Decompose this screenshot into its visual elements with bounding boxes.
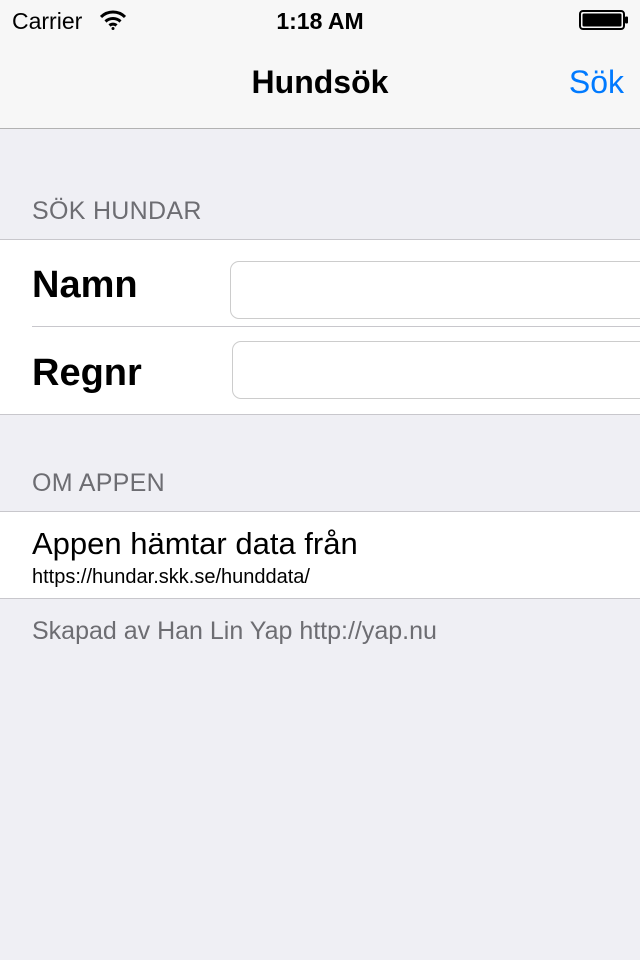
footer-credit: Skapad av Han Lin Yap http://yap.nu xyxy=(32,617,437,645)
status-time: 1:18 AM xyxy=(276,8,364,34)
battery-icon xyxy=(579,10,629,35)
search-section-header: SÖK HUNDAR xyxy=(32,197,202,225)
about-title: Appen hämtar data från xyxy=(32,526,358,561)
page-title: Hundsök xyxy=(251,64,389,100)
regnr-input[interactable] xyxy=(232,341,640,399)
navigation-bar: Hundsök Sök xyxy=(0,40,640,129)
name-label: Namn xyxy=(32,264,138,306)
regnr-label: Regnr xyxy=(32,352,142,394)
search-button[interactable]: Sök xyxy=(569,64,624,101)
status-bar: Carrier 1:18 AM xyxy=(0,0,640,40)
search-form-group: Namn Regnr xyxy=(0,239,640,415)
about-group: Appen hämtar data från https://hundar.sk… xyxy=(0,511,640,599)
name-input[interactable] xyxy=(230,261,640,319)
row-separator xyxy=(32,326,640,327)
about-section-header: OM APPEN xyxy=(32,469,165,497)
about-url: https://hundar.skk.se/hunddata/ xyxy=(32,566,310,588)
